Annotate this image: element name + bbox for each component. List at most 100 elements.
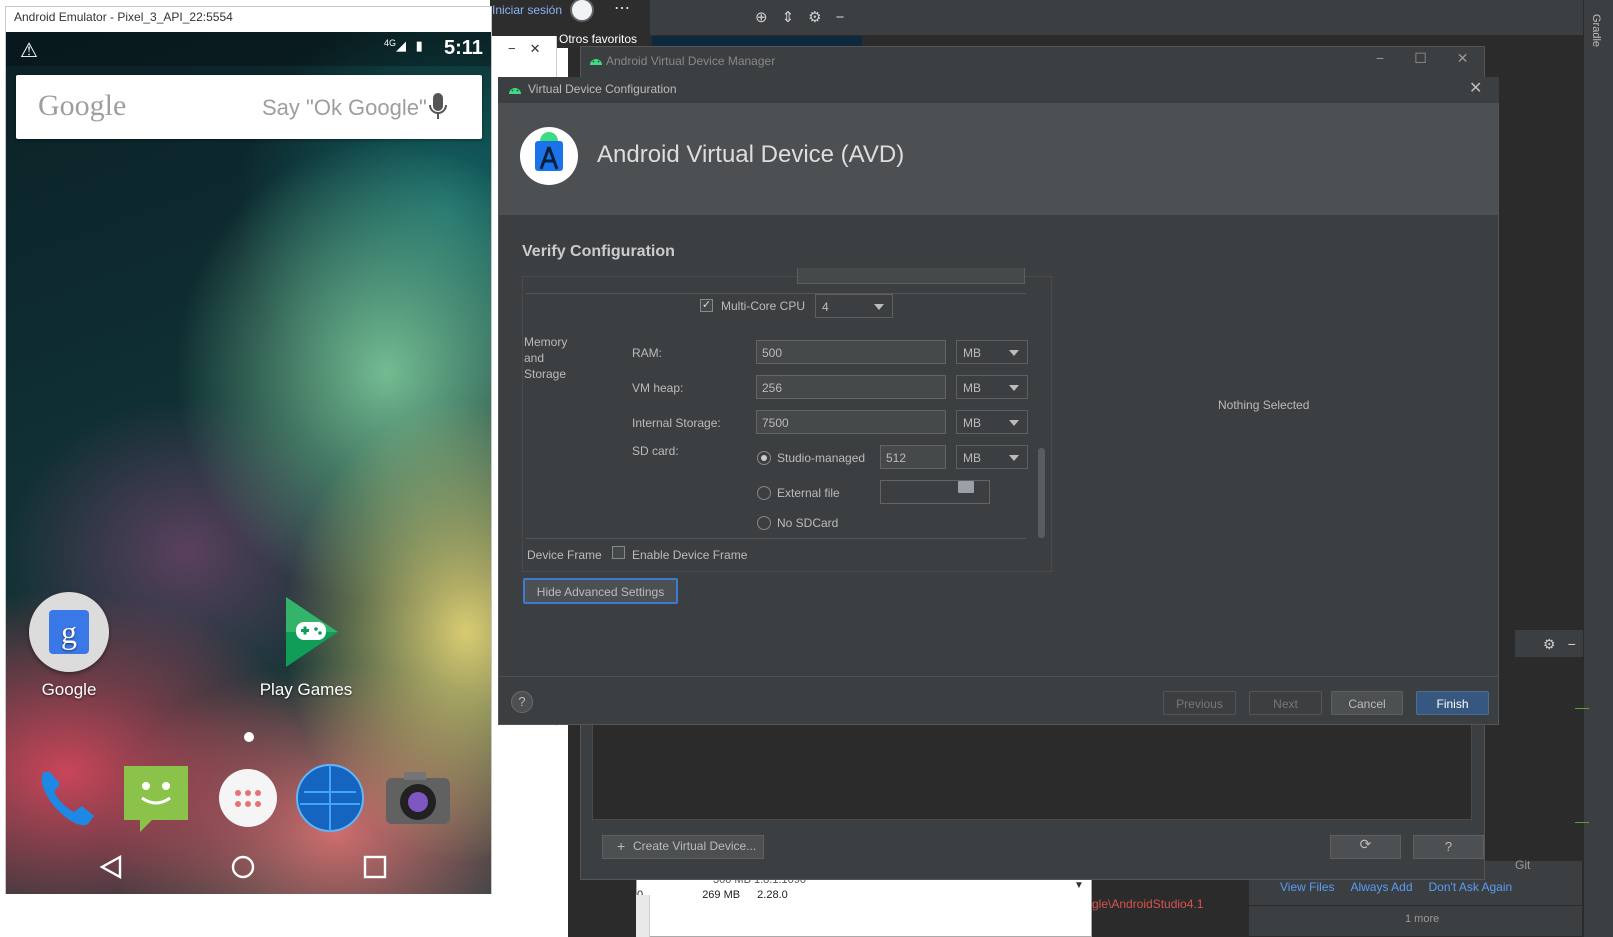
ide-toolbar-icons[interactable]: ⊕⇕⚙−: [755, 8, 858, 26]
refresh-button[interactable]: ⟳: [1330, 835, 1401, 859]
minimize-icon[interactable]: −: [1568, 636, 1588, 652]
close-icon[interactable]: ✕: [530, 41, 555, 56]
internal-storage-unit-select[interactable]: MB: [956, 410, 1028, 434]
ide-tab-strip: [652, 36, 862, 46]
minimize-icon[interactable]: −: [508, 41, 530, 56]
close-icon[interactable]: ✕: [1457, 50, 1499, 66]
git-more-link[interactable]: 1 more: [1405, 913, 1439, 925]
create-virtual-device-label: Create Virtual Device...: [633, 839, 757, 853]
dialog-heading: Android Virtual Device (AVD): [597, 141, 905, 168]
table-row: 0 269 MB 2.28.0: [637, 889, 788, 901]
recents-icon[interactable]: [362, 854, 388, 880]
minimize-icon[interactable]: −: [1376, 50, 1414, 66]
ram-input[interactable]: 500: [756, 340, 946, 364]
chevron-down-icon: [1009, 385, 1019, 391]
help-button[interactable]: ?: [511, 691, 533, 713]
chevron-down-icon: [874, 304, 884, 310]
other-bookmarks[interactable]: Otros favoritos: [559, 32, 637, 46]
divider: [526, 293, 1026, 294]
view-files-link[interactable]: View Files: [1280, 880, 1334, 894]
network-type: 4G: [384, 38, 397, 48]
partial-field[interactable]: [797, 268, 1025, 284]
chevron-down-icon: [1009, 350, 1019, 356]
sd-studio-managed-radio[interactable]: [757, 451, 771, 465]
gradle-tool-tab[interactable]: Gradle: [1590, 14, 1602, 47]
enable-device-frame-checkbox[interactable]: [612, 546, 625, 559]
divider: [526, 538, 1026, 539]
always-add-link[interactable]: Always Add: [1350, 880, 1412, 894]
multicore-count-select[interactable]: 4: [815, 294, 893, 318]
ide-panel-icons[interactable]: ⚙−: [1543, 636, 1588, 653]
details-empty-state: Nothing Selected: [1218, 398, 1310, 412]
google-search-bar[interactable]: Google Say "Ok Google": [16, 75, 482, 139]
status-icons: 4G◢ ▮: [384, 38, 423, 54]
divider: [499, 676, 1498, 677]
sd-external-file-label: External file: [777, 486, 840, 500]
chevron-down-icon[interactable]: ▼: [1074, 880, 1084, 891]
device-list-area: [592, 720, 1472, 820]
dialog-title: Virtual Device Configuration: [528, 82, 677, 96]
phone-icon[interactable]: [32, 762, 104, 834]
sd-size-unit-value: MB: [963, 451, 981, 465]
collapse-icon[interactable]: ⇕: [782, 9, 809, 26]
finish-button[interactable]: Finish: [1416, 691, 1489, 715]
plus-icon: +: [617, 838, 626, 854]
google-search-icon: g: [29, 592, 109, 672]
maximize-icon[interactable]: ☐: [1414, 50, 1457, 66]
multicore-checkbox[interactable]: ✓: [700, 299, 713, 312]
ram-unit-select[interactable]: MB: [956, 340, 1028, 364]
sd-card-label: SD card:: [632, 444, 679, 458]
dock: [26, 762, 476, 842]
folder-icon[interactable]: [958, 481, 974, 493]
ide-right-tool-strip: [1583, 0, 1613, 937]
browser-icon[interactable]: [294, 762, 366, 834]
create-virtual-device-button[interactable]: + Create Virtual Device...: [602, 835, 764, 859]
microphone-icon[interactable]: [428, 89, 448, 125]
minimize-icon[interactable]: −: [836, 9, 859, 26]
table-scrollbar[interactable]: [636, 895, 650, 937]
cancel-button[interactable]: Cancel: [1331, 691, 1403, 715]
internal-storage-input[interactable]: 7500: [756, 410, 946, 434]
next-button[interactable]: Next: [1249, 691, 1322, 715]
help-button[interactable]: ?: [1413, 835, 1484, 859]
git-notification-title: Git: [1515, 858, 1531, 872]
vm-heap-unit-select[interactable]: MB: [956, 375, 1028, 399]
ram-label: RAM:: [632, 346, 662, 360]
play-games-icon: [286, 597, 338, 667]
vm-heap-input[interactable]: 256: [756, 375, 946, 399]
back-icon[interactable]: [98, 854, 124, 880]
sd-size-unit-select[interactable]: MB: [956, 445, 1028, 469]
previous-button[interactable]: Previous: [1163, 691, 1236, 715]
gear-icon[interactable]: ⚙: [808, 9, 835, 26]
app-play-games[interactable]: Play Games: [246, 592, 366, 700]
ide-toolbar: [568, 0, 1613, 36]
sd-external-file-radio[interactable]: [757, 486, 771, 500]
target-icon[interactable]: ⊕: [755, 9, 782, 26]
hide-advanced-settings-button[interactable]: Hide Advanced Settings: [523, 578, 678, 604]
vm-heap-label: VM heap:: [632, 381, 684, 395]
more-menu-icon[interactable]: ⋯: [614, 0, 630, 18]
app-label: Play Games: [259, 680, 353, 699]
window-controls[interactable]: −✕: [508, 41, 555, 57]
change-marker: [1575, 708, 1589, 709]
messaging-icon[interactable]: [120, 762, 192, 834]
close-icon[interactable]: ✕: [1469, 78, 1482, 98]
sd-size-input[interactable]: 512: [880, 445, 946, 469]
status-time: 5:11: [444, 37, 483, 59]
gear-icon[interactable]: ⚙: [1543, 636, 1568, 652]
home-icon[interactable]: [230, 854, 256, 880]
emulator-screen[interactable]: ⚠ 4G◢ ▮ 5:11 Google Say "Ok Google" g Go…: [6, 32, 491, 894]
voice-search-hint: Say "Ok Google": [262, 95, 427, 120]
android-icon: [588, 54, 604, 69]
signal-icon: ◢: [396, 38, 407, 53]
window-controls[interactable]: −☐✕: [1376, 50, 1498, 67]
app-google[interactable]: g Google: [24, 592, 114, 700]
settings-scrollbar[interactable]: [1038, 448, 1045, 538]
vm-heap-unit-value: MB: [963, 381, 981, 395]
no-sdcard-radio[interactable]: [757, 516, 771, 530]
sdk-table: 300 MB 1.8.1.1090 0 269 MB 2.28.0: [636, 874, 1092, 937]
camera-icon[interactable]: [382, 762, 454, 834]
dont-ask-again-link[interactable]: Don't Ask Again: [1429, 880, 1513, 894]
app-drawer-icon[interactable]: [212, 762, 284, 834]
sign-in-link[interactable]: Iniciar sesión: [492, 3, 562, 17]
